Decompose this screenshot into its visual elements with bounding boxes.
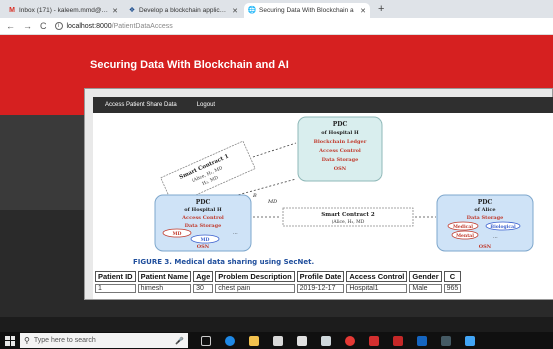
store-icon[interactable] — [273, 335, 283, 346]
arrow-line — [252, 142, 297, 158]
app-blue-icon[interactable] — [465, 335, 475, 346]
pdc-top-osn: OSN — [334, 166, 347, 172]
taskbar-apps — [194, 335, 482, 346]
header-access-control: Access Control — [346, 271, 408, 282]
search-placeholder: Type here to search — [33, 337, 96, 344]
tab-securing-data[interactable]: 🌐 Securing Data With Blockchain a ✕ — [244, 3, 370, 18]
taskbar-search[interactable]: ⚲ Type here to search 🎤 — [20, 333, 188, 348]
pdc-left-storage: Data Storage — [185, 223, 222, 229]
pdc-top-title: PDC — [333, 121, 348, 128]
md-label: MD — [267, 199, 277, 205]
url-field[interactable]: i localhost:8000 /PatientDataAccess — [54, 22, 173, 30]
chrome-icon[interactable] — [345, 335, 355, 346]
cell-profile-date: 2019-12-17 — [296, 284, 345, 293]
pdc-left-osn: OSN — [197, 244, 210, 250]
tab-develop[interactable]: ❖ Develop a blockchain application ✕ — [124, 3, 242, 18]
tab-gmail[interactable]: M Inbox (171) - kaleem.mmd@gma ✕ — [4, 3, 122, 18]
search-icon: ⚲ — [24, 336, 30, 345]
patient-table: Patient ID Patient Name Age Problem Desc… — [93, 269, 463, 295]
cell-contact: 965 — [443, 284, 462, 293]
media-icon[interactable] — [321, 335, 331, 346]
microphone-icon[interactable]: 🎤 — [175, 337, 184, 345]
web-page: Securing Data With Blockchain and AI Acc… — [0, 35, 553, 317]
app-dark-icon[interactable] — [441, 335, 451, 346]
tab-label: Securing Data With Blockchain a — [259, 7, 354, 14]
pdc-left-hospital: of Hospital H — [184, 207, 222, 213]
cell-gender: Male — [409, 284, 442, 293]
tab-label: Inbox (171) - kaleem.mmd@gma — [19, 7, 110, 14]
cell-patient-id: 1 — [95, 284, 136, 293]
md-ellipse-2-label: MD — [201, 237, 210, 243]
pdf-icon[interactable] — [369, 335, 379, 346]
header-problem-description: Problem Description — [215, 271, 295, 282]
logout-link[interactable]: Logout — [197, 102, 215, 108]
table-row: 1 himesh 30 chest pain 2019-12-17 Hospit… — [95, 284, 462, 293]
header-profile-date: Profile Date — [296, 271, 345, 282]
edge-icon[interactable] — [225, 335, 235, 346]
nav-bar: Access Patient Share Data Logout — [93, 97, 553, 113]
pdc-right-dots: ... — [493, 234, 498, 240]
gmail-icon: M — [9, 6, 15, 14]
smart-contract-2-title: Smart Contract 2 — [321, 212, 375, 218]
cell-access-control: Hospital1 — [346, 284, 408, 293]
header-patient-id: Patient ID — [95, 271, 136, 282]
patient-table-container: Patient ID Patient Name Age Problem Desc… — [93, 269, 553, 299]
taskbar: ⚲ Type here to search 🎤 — [0, 332, 553, 349]
app-icon: ❖ — [128, 6, 136, 14]
content-card: Access Patient Share Data Logout PDC of … — [84, 88, 553, 300]
browser-tab-bar: M Inbox (171) - kaleem.mmd@gma ✕ ❖ Devel… — [0, 0, 553, 18]
url-path: /PatientDataAccess — [111, 22, 173, 30]
reload-icon[interactable]: C — [40, 21, 47, 31]
mental-label: Mental — [456, 233, 474, 239]
access-patient-share-data-link[interactable]: Access Patient Share Data — [105, 102, 177, 108]
mail-icon[interactable] — [297, 335, 307, 346]
close-icon[interactable]: ✕ — [360, 7, 366, 15]
pdc-right-title: PDC — [478, 199, 493, 206]
close-icon[interactable]: ✕ — [112, 7, 118, 15]
close-icon[interactable]: ✕ — [232, 7, 238, 15]
pdc-left-access: Access Control — [181, 215, 224, 221]
pdc-left-dots: ... — [233, 230, 238, 236]
biological-label: Biological — [490, 224, 516, 230]
pdc-right-osn: OSN — [479, 244, 492, 250]
header-patient-name: Patient Name — [137, 271, 192, 282]
b-label: B — [252, 193, 257, 199]
forward-arrow-icon[interactable]: → — [23, 21, 32, 31]
header-gender: Gender — [409, 271, 442, 282]
pdc-right-storage: Data Storage — [467, 215, 504, 221]
figure-diagram: PDC of Hospital H Blockchain Ledger Acce… — [133, 116, 534, 266]
address-bar: ← → C i localhost:8000 /PatientDataAcces… — [0, 18, 553, 35]
page-title: Securing Data With Blockchain and AI — [90, 59, 289, 71]
new-tab-button[interactable]: + — [378, 3, 384, 15]
app-red-icon[interactable] — [393, 335, 403, 346]
pdc-top-access: Access Control — [318, 148, 361, 154]
pdc-top-storage: Data Storage — [322, 157, 359, 163]
smart-contract-2-line2: (Alice, H₂, MD — [332, 218, 365, 225]
cell-age: 30 — [193, 284, 214, 293]
url-host: localhost:8000 — [66, 22, 112, 30]
pdc-top-hospital: of Hospital H — [321, 130, 359, 136]
header-age: Age — [193, 271, 214, 282]
pdc-right-owner: of Alice — [474, 207, 495, 213]
figure-image: PDC of Hospital H Blockchain Ledger Acce… — [93, 113, 553, 269]
md-ellipse-1-label: MD — [173, 231, 182, 237]
cell-patient-name: himesh — [137, 284, 192, 293]
globe-icon: 🌐 — [247, 6, 257, 14]
header-contact: C — [443, 271, 462, 282]
windows-start-icon[interactable] — [5, 335, 15, 346]
tab-label: Develop a blockchain application — [139, 7, 230, 14]
table-header-row: Patient ID Patient Name Age Problem Desc… — [95, 271, 462, 282]
figure-caption: FIGURE 3. Medical data sharing using Sec… — [133, 258, 314, 266]
info-icon[interactable]: i — [54, 22, 63, 30]
task-view-icon[interactable] — [201, 335, 211, 346]
cell-problem-description: chest pain — [215, 284, 295, 293]
medical-label: Medical — [453, 224, 473, 230]
pdc-top-ledger: Blockchain Ledger — [314, 139, 367, 145]
word-icon[interactable] — [417, 335, 427, 346]
back-arrow-icon[interactable]: ← — [6, 21, 15, 31]
pdc-left-title: PDC — [196, 199, 211, 206]
file-explorer-icon[interactable] — [249, 335, 259, 346]
